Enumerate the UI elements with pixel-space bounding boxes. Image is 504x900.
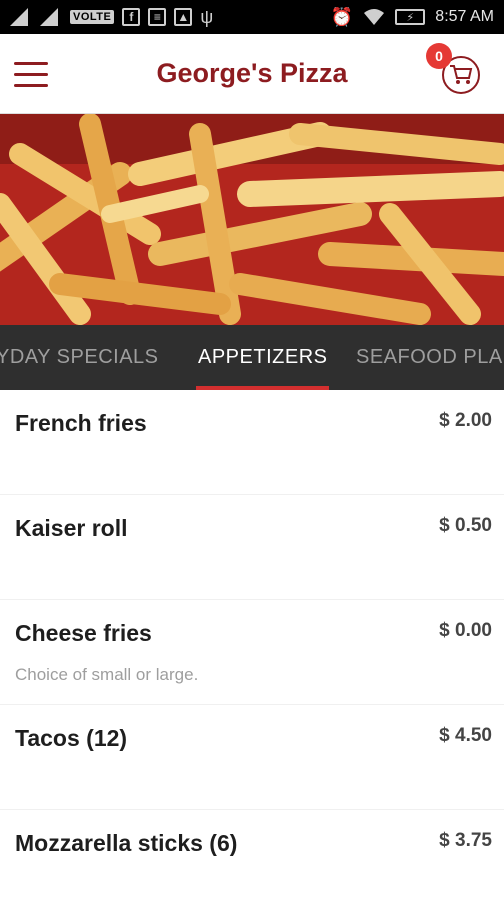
menu-item-cheese-fries[interactable]: Cheese fries $ 0.00 Choice of small or l… <box>0 600 504 705</box>
tab-seafood-platters[interactable]: SEAFOOD PLA <box>356 325 503 390</box>
hero-image <box>0 114 504 325</box>
gallery-icon: ▲ <box>174 8 193 26</box>
cart-count-badge: 0 <box>426 43 452 69</box>
shopping-cart-icon <box>450 65 473 84</box>
french-fries-image <box>0 114 504 325</box>
status-left-group: VOLTE f ≡ ▲ ψ <box>10 7 213 28</box>
facebook-icon: f <box>122 8 141 26</box>
messages-icon: ≡ <box>148 8 167 26</box>
battery-icon: ⚡ <box>395 9 426 25</box>
usb-icon: ψ <box>200 6 214 27</box>
menu-item-price: $ 0.50 <box>439 515 492 536</box>
menu-item-price: $ 3.75 <box>439 830 492 851</box>
menu-item-price: $ 0.00 <box>439 620 492 641</box>
tab-everyday-specials[interactable]: YDAY SPECIALS <box>0 325 159 390</box>
alarm-icon: ⏰ <box>330 6 354 27</box>
menu-item-name: Cheese fries <box>15 620 152 646</box>
tab-appetizers[interactable]: APPETIZERS <box>195 325 330 390</box>
signal-icon-2 <box>40 8 58 26</box>
status-time: 8:57 AM <box>435 8 494 25</box>
menu-item-price: $ 2.00 <box>439 410 492 431</box>
menu-item-name: Tacos (12) <box>15 725 128 751</box>
menu-item-description: Choice of small or large. <box>15 665 199 684</box>
signal-icon <box>10 8 28 26</box>
menu-item-name: Mozzarella sticks (6) <box>15 830 238 856</box>
menu-item-french-fries[interactable]: French fries $ 2.00 <box>0 390 504 495</box>
menu-item-name: Kaiser roll <box>15 515 128 541</box>
category-tabs: YDAY SPECIALS APPETIZERS SEAFOOD PLA <box>0 325 504 390</box>
menu-item-tacos[interactable]: Tacos (12) $ 4.50 <box>0 705 504 810</box>
status-right-group: ⏰ ⚡ 8:57 AM <box>331 7 494 28</box>
volte-label: VOLTE <box>70 10 115 24</box>
status-bar: VOLTE f ≡ ▲ ψ ⏰ ⚡ 8:57 AM <box>0 0 504 34</box>
wifi-icon <box>364 9 385 25</box>
menu-item-name: French fries <box>15 410 147 436</box>
menu-item-list: French fries $ 2.00 Kaiser roll $ 0.50 C… <box>0 390 504 900</box>
menu-item-mozzarella-sticks[interactable]: Mozzarella sticks (6) $ 3.75 <box>0 810 504 900</box>
menu-item-price: $ 4.50 <box>439 725 492 746</box>
menu-item-kaiser-roll[interactable]: Kaiser roll $ 0.50 <box>0 495 504 600</box>
app-bar: George's Pizza 0 <box>0 34 504 114</box>
